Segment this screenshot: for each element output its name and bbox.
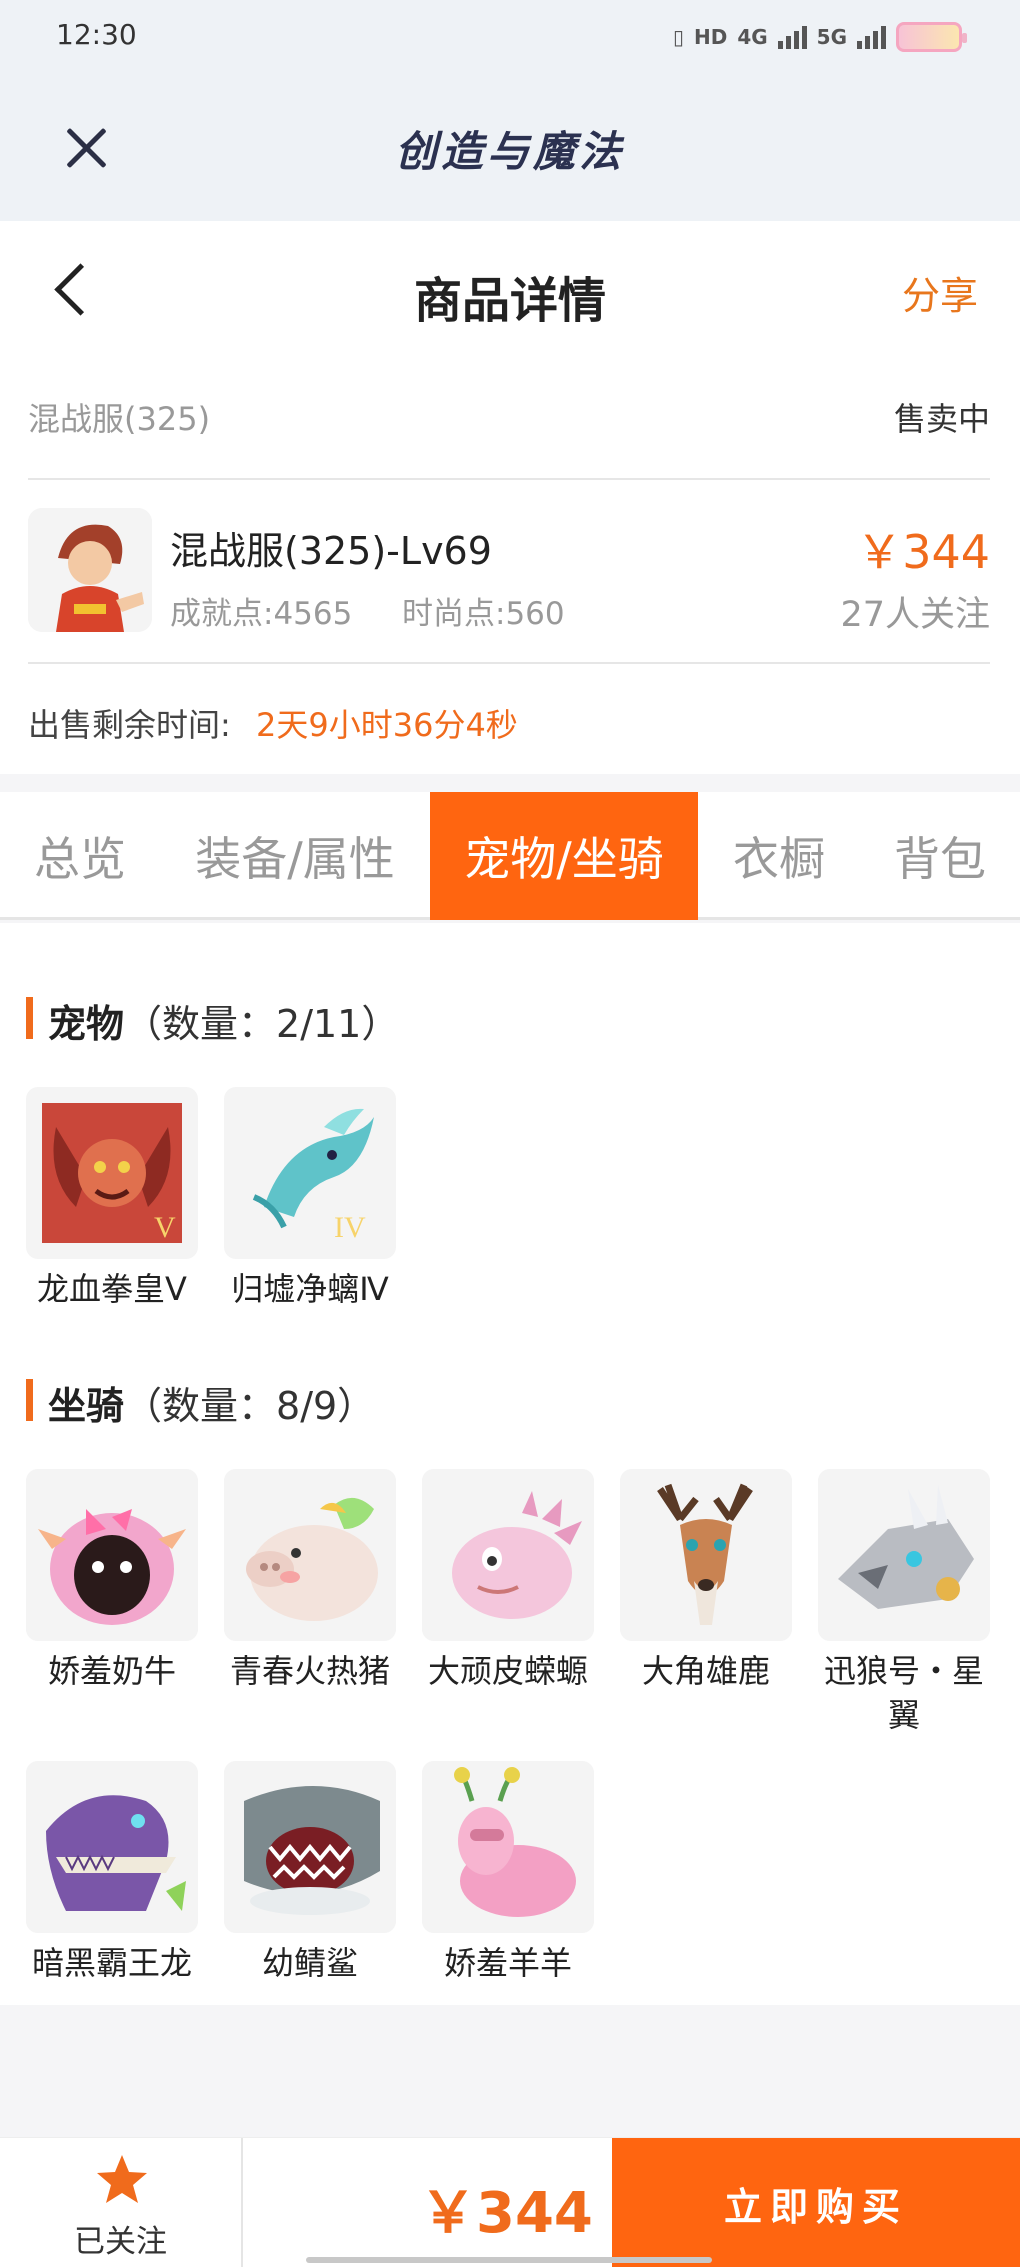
star-icon — [97, 2155, 147, 2203]
remaining-time-value: 2天9小时36分4秒 — [256, 706, 518, 744]
mount-item[interactable]: 大顽皮蝾螈 — [418, 1469, 598, 1693]
tab-equipment[interactable]: 装备/属性 — [160, 792, 430, 920]
bottom-price: ￥344 — [420, 2181, 593, 2246]
network-5g-icon: 5G — [816, 25, 847, 49]
follow-button[interactable]: 已关注 — [0, 2138, 243, 2267]
server-name: 混战服(325) — [28, 400, 211, 438]
follower-count: 27人关注 — [840, 595, 990, 635]
mount-name: 青春火热猪 — [229, 1652, 390, 1690]
network-4g-icon: 4G — [737, 25, 768, 49]
app-title: 创造与魔法 — [394, 127, 625, 176]
mount-item[interactable]: 娇羞奶牛 — [22, 1469, 202, 1693]
role-name: 混战服(325)-Lv69 — [170, 529, 492, 573]
signal-icon — [857, 25, 886, 49]
mount-item[interactable]: 幼鲭鲨 — [220, 1761, 400, 1985]
remaining-time-label: 出售剩余时间: — [28, 706, 231, 744]
dragon-fist-king-icon: V — [26, 1087, 198, 1259]
tab-pets-mounts[interactable]: 宠物/坐骑 — [430, 792, 698, 920]
svg-text:IV: IV — [334, 1211, 366, 1244]
fashion-points: 时尚点:560 — [402, 596, 565, 632]
stag-icon — [620, 1469, 792, 1641]
mount-item[interactable]: 娇羞羊羊 — [418, 1761, 598, 1985]
pets-section-title: 宠物（数量：2/11） — [26, 993, 399, 1048]
mount-name: 迅狼号・星翼 — [823, 1652, 984, 1734]
signal-icon — [777, 25, 807, 49]
section-accent-bar — [26, 1379, 33, 1421]
mount-name: 大角雄鹿 — [641, 1652, 770, 1690]
page-header: 商品详情 分享 — [0, 221, 1020, 356]
pet-item[interactable]: IV 归墟净螭Ⅳ — [220, 1087, 400, 1311]
shark-icon — [224, 1761, 396, 1933]
hd-icon: HD — [693, 25, 728, 49]
mount-item[interactable]: 青春火热猪 — [220, 1469, 400, 1693]
dark-trex-icon — [26, 1761, 198, 1933]
mount-name: 娇羞羊羊 — [443, 1944, 572, 1982]
pets-count: （数量：2/11） — [124, 1002, 400, 1046]
mounts-section-title: 坐骑（数量：8/9） — [26, 1375, 375, 1430]
battery-icon — [896, 22, 967, 52]
pet-item[interactable]: V 龙血拳皇Ⅴ — [22, 1087, 202, 1311]
pet-name: 归墟净螭Ⅳ — [231, 1270, 389, 1308]
mount-item[interactable]: 大角雄鹿 — [616, 1469, 796, 1693]
mount-name: 娇羞奶牛 — [47, 1652, 176, 1690]
tab-overview[interactable]: 总览 — [0, 792, 160, 920]
tab-wardrobe[interactable]: 衣橱 — [698, 792, 860, 920]
mounts-count: （数量：8/9） — [124, 1384, 376, 1428]
divider — [28, 662, 990, 664]
detail-tabs: 总览 装备/属性 宠物/坐骑 衣橱 背包 — [0, 792, 1020, 920]
sale-status: 售卖中 — [893, 400, 990, 438]
svg-text:V: V — [154, 1211, 176, 1244]
mech-wolf-icon — [818, 1469, 990, 1641]
buy-now-button[interactable]: 立即购买 — [612, 2138, 1020, 2267]
section-accent-bar — [26, 997, 33, 1039]
mount-item[interactable]: 暗黑霸王龙 — [22, 1761, 202, 1985]
bottom-bar: 已关注 ￥344 立即购买 — [0, 2137, 1020, 2267]
home-indicator[interactable] — [306, 2257, 712, 2263]
divider — [28, 478, 990, 480]
pig-icon — [224, 1469, 396, 1641]
status-time: 12:30 — [56, 18, 137, 51]
tab-bag[interactable]: 背包 — [860, 792, 1020, 920]
axolotl-icon — [422, 1469, 594, 1641]
pets-mounts-panel: 宠物（数量：2/11） V 龙血拳皇Ⅴ IV 归墟净螭Ⅳ 坐骑（数量：8/9） … — [0, 923, 1020, 2005]
achievement-points: 成就点:4565 — [170, 596, 353, 632]
role-avatar — [28, 508, 152, 632]
vibrate-icon: ▯ — [672, 25, 684, 49]
mount-name: 幼鲭鲨 — [261, 1944, 358, 1982]
page-title: 商品详情 — [413, 273, 606, 329]
mount-name: 暗黑霸王龙 — [31, 1944, 192, 1982]
status-bar: 12:30 ▯ HD 4G 5G — [0, 0, 1020, 76]
pet-name: 龙血拳皇Ⅴ — [37, 1270, 187, 1308]
price: ￥344 — [856, 525, 990, 579]
shy-sheep-icon — [422, 1761, 594, 1933]
ocean-dragon-icon: IV — [224, 1087, 396, 1259]
mount-item[interactable]: 迅狼号・星翼 — [814, 1469, 994, 1737]
product-card: 混战服(325) 售卖中 混战服(325)-Lv69 成就点:4565 时尚点:… — [0, 356, 1020, 774]
share-button[interactable]: 分享 — [902, 265, 978, 320]
status-icons: ▯ HD 4G 5G — [672, 22, 967, 52]
shy-cow-icon — [26, 1469, 198, 1641]
app-header: 创造与魔法 — [0, 76, 1020, 221]
follow-label: 已关注 — [74, 2224, 167, 2260]
mount-name: 大顽皮蝾螈 — [427, 1652, 588, 1690]
